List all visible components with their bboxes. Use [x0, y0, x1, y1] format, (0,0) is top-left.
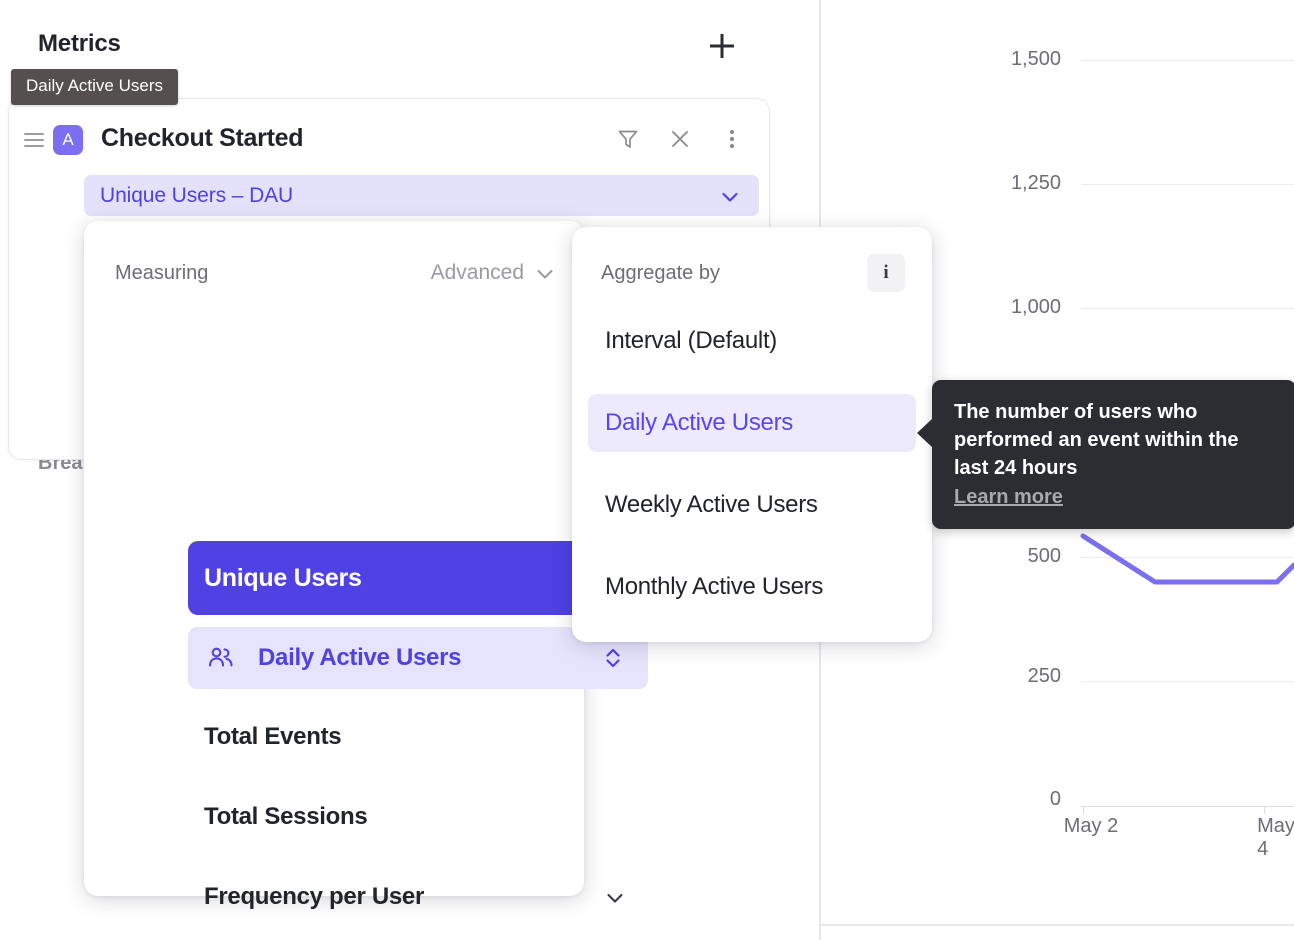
drag-handle-icon[interactable] [24, 129, 44, 149]
up-down-chevron-icon[interactable] [602, 646, 624, 675]
measuring-menu: Measuring Advanced Unique Users [84, 221, 584, 896]
info-tooltip: The number of users who performed an eve… [932, 380, 1294, 529]
menu-item-label: Unique Users [204, 564, 362, 593]
menu-item-label: Total Sessions [204, 803, 367, 831]
aggregate-item-label: Weekly Active Users [605, 491, 818, 519]
aggregate-by-label: Aggregate by [601, 262, 720, 285]
x-axis-tickmark [1264, 806, 1265, 814]
app-root: Metrics Filte Brea A Checkout Started [0, 0, 1294, 940]
event-row: A Checkout Started [9, 117, 769, 163]
hover-tooltip: Daily Active Users [11, 69, 178, 105]
menu-item-total-events[interactable]: Total Events [188, 713, 648, 761]
aggregate-item-label: Daily Active Users [605, 409, 793, 437]
aggregate-item-monthly-active-users[interactable]: Monthly Active Users [588, 558, 916, 616]
menu-item-frequency-per-user[interactable]: Frequency per User [188, 873, 648, 921]
aggregate-item-label: Interval (Default) [605, 327, 777, 355]
learn-more-link[interactable]: Learn more [954, 483, 1063, 511]
info-icon[interactable]: i [867, 254, 905, 292]
aggregate-item-label: Monthly Active Users [605, 573, 823, 601]
page-title: Metrics [38, 30, 121, 58]
measuring-label: Measuring [115, 262, 208, 285]
measure-select-field[interactable]: Unique Users – DAU [84, 175, 759, 216]
menu-item-label: Total Events [204, 723, 341, 751]
advanced-toggle[interactable]: Advanced [431, 261, 524, 285]
x-axis-tick: May 4 [1257, 815, 1294, 861]
info-tooltip-text: The number of users who performed an eve… [954, 398, 1274, 482]
measuring-menu-header: Measuring Advanced [84, 257, 584, 289]
aggregate-by-menu: Aggregate by i Interval (Default) Daily … [572, 227, 932, 642]
aggregate-item-interval-default[interactable]: Interval (Default) [588, 312, 916, 370]
chevron-down-icon[interactable] [534, 263, 556, 290]
x-axis-tick: May 2 [1064, 815, 1118, 838]
aggregate-item-weekly-active-users[interactable]: Weekly Active Users [588, 476, 916, 534]
bottom-rule [821, 924, 1294, 926]
event-badge: A [53, 125, 83, 155]
menu-item-label: Frequency per User [204, 883, 424, 911]
aggregate-item-daily-active-users[interactable]: Daily Active Users [588, 394, 916, 452]
plus-icon [703, 27, 741, 65]
tooltip-arrow [917, 418, 933, 448]
chevron-down-icon [604, 887, 626, 914]
event-name[interactable]: Checkout Started [101, 124, 303, 153]
menu-item-total-sessions[interactable]: Total Sessions [188, 793, 648, 841]
x-axis-tickmark [1083, 806, 1084, 814]
chevron-down-icon [719, 186, 741, 213]
filter-icon[interactable] [615, 126, 641, 152]
more-vertical-icon[interactable] [719, 126, 745, 152]
add-metric-button[interactable] [703, 27, 741, 65]
measure-select-value: Unique Users – DAU [100, 184, 293, 208]
event-actions [615, 126, 745, 152]
people-icon [206, 643, 236, 673]
x-axis [1081, 806, 1294, 807]
aggregate-menu-header: Aggregate by i [572, 254, 932, 294]
menu-item-label: Daily Active Users [258, 644, 461, 672]
close-icon[interactable] [667, 126, 693, 152]
